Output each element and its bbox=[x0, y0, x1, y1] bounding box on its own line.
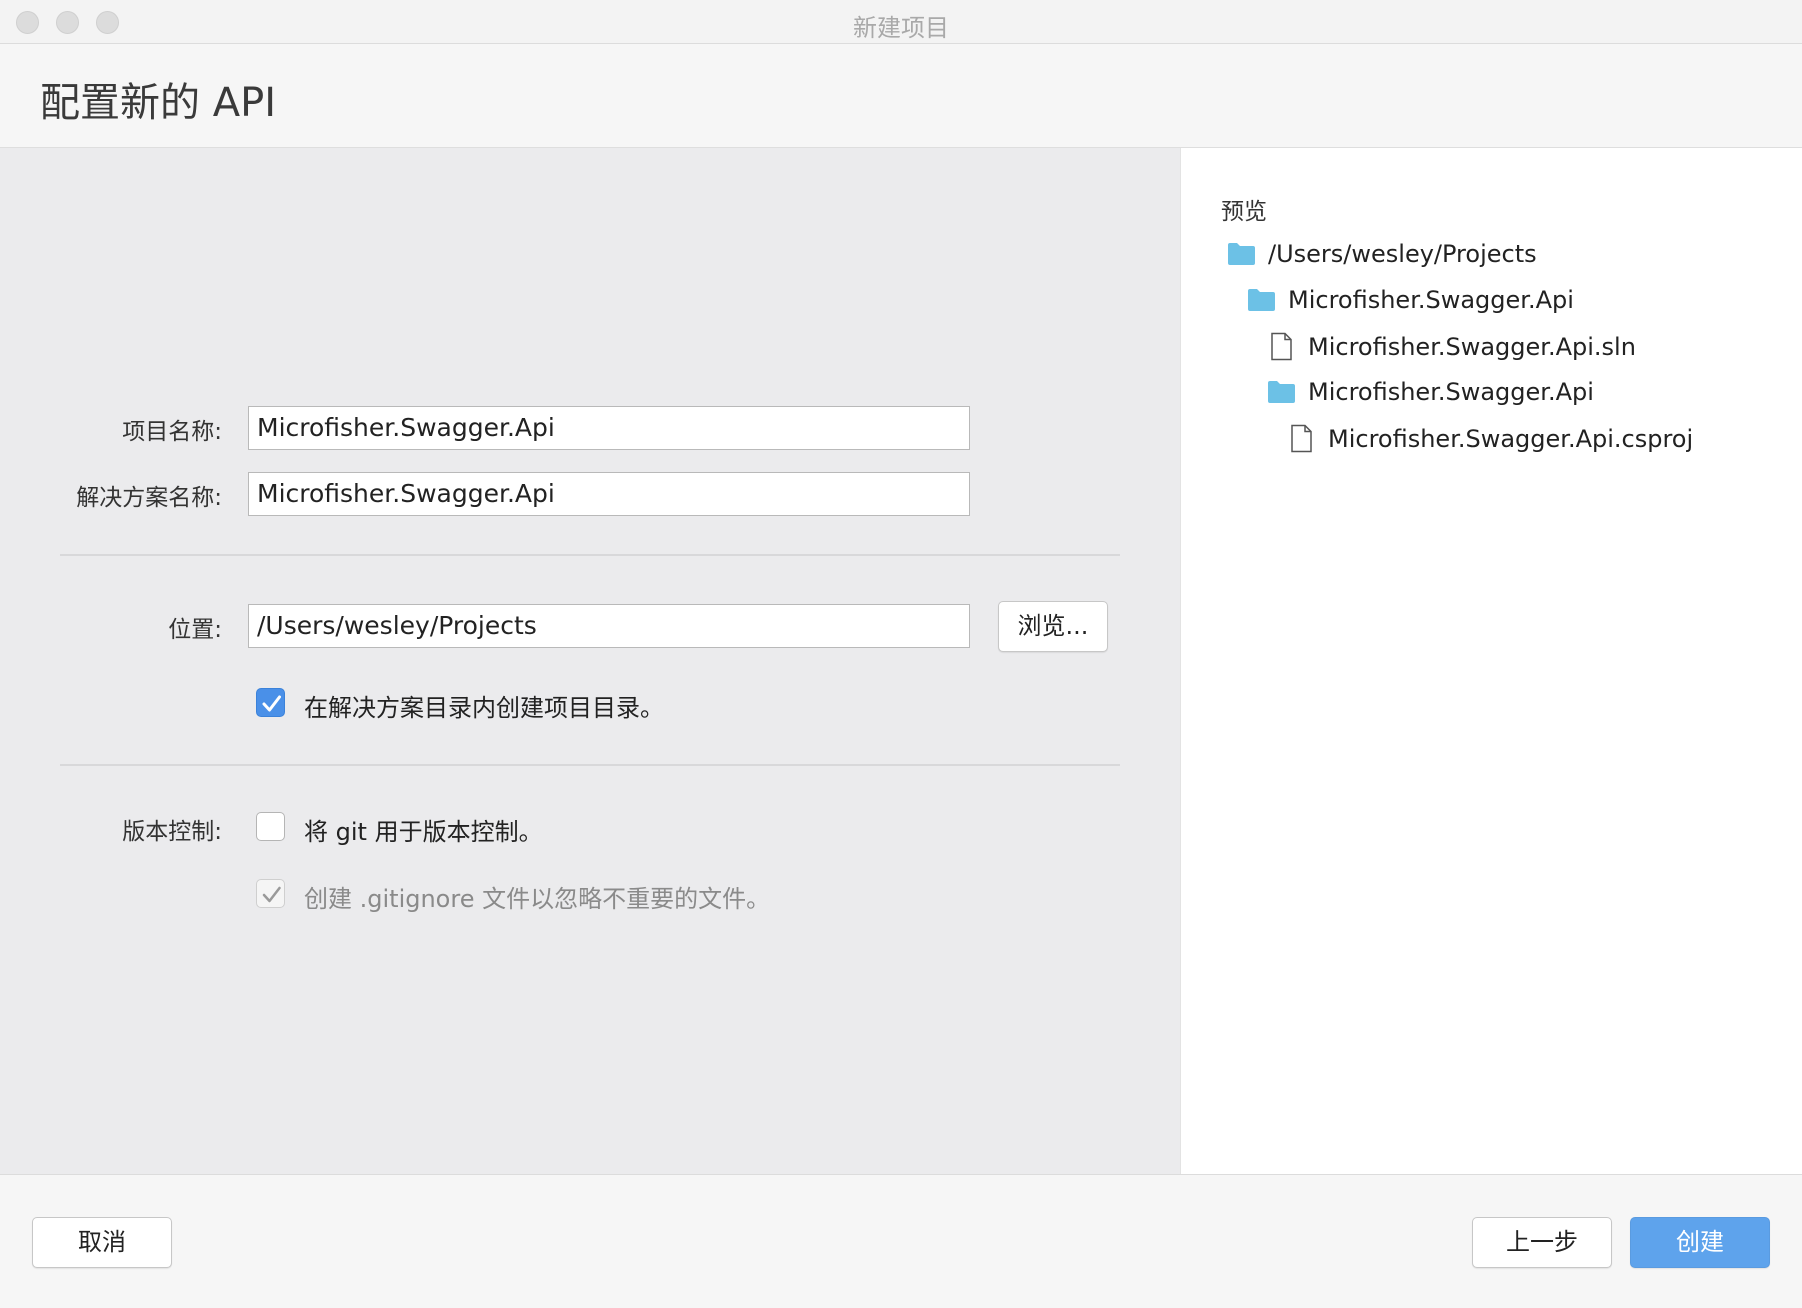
cancel-button[interactable]: 取消 bbox=[32, 1217, 172, 1268]
checkmark-icon bbox=[262, 886, 281, 903]
checkmark-icon bbox=[262, 695, 281, 712]
use-git-label: 将 git 用于版本控制。 bbox=[304, 818, 543, 846]
window-title: 新建项目 bbox=[853, 14, 949, 42]
configuration-form: 项目名称: Microfisher.Swagger.Api 解决方案名称: Mi… bbox=[0, 148, 1180, 1174]
gitignore-checkbox[interactable] bbox=[256, 879, 285, 908]
tree-item-label: Microfisher.Swagger.Api bbox=[1288, 286, 1574, 314]
location-field[interactable]: /Users/wesley/Projects bbox=[248, 604, 970, 648]
file-icon bbox=[1271, 332, 1292, 361]
footer-bar: 取消 上一步 创建 bbox=[0, 1174, 1802, 1308]
use-git-checkbox[interactable] bbox=[256, 812, 285, 841]
create-button[interactable]: 创建 bbox=[1630, 1217, 1770, 1268]
preview-panel: 预览 /Users/wesley/Projects Microfisher.Sw… bbox=[1180, 148, 1802, 1174]
tree-item-label: /Users/wesley/Projects bbox=[1268, 240, 1537, 268]
solution-name-field[interactable]: Microfisher.Swagger.Api bbox=[248, 472, 970, 516]
title-bar: 新建项目 bbox=[0, 0, 1802, 44]
tree-item: Microfisher.Swagger.Api.sln bbox=[1267, 332, 1636, 361]
tree-item: Microfisher.Swagger.Api.csproj bbox=[1287, 424, 1693, 453]
back-button[interactable]: 上一步 bbox=[1472, 1217, 1612, 1268]
tree-item: /Users/wesley/Projects bbox=[1227, 240, 1537, 268]
gitignore-label: 创建 .gitignore 文件以忽略不重要的文件。 bbox=[304, 885, 771, 913]
browse-button[interactable]: 浏览... bbox=[998, 601, 1108, 652]
create-dir-label: 在解决方案目录内创建项目目录。 bbox=[304, 694, 664, 722]
solution-name-label: 解决方案名称: bbox=[76, 485, 222, 511]
folder-icon bbox=[1228, 243, 1255, 265]
folder-icon bbox=[1248, 289, 1275, 311]
project-name-label: 项目名称: bbox=[122, 419, 222, 445]
file-icon bbox=[1291, 424, 1312, 453]
page-title: 配置新的 API bbox=[40, 80, 276, 126]
tree-item-label: Microfisher.Swagger.Api bbox=[1308, 378, 1594, 406]
page-header: 配置新的 API bbox=[0, 44, 1802, 148]
tree-item-label: Microfisher.Swagger.Api.sln bbox=[1308, 332, 1636, 361]
location-label: 位置: bbox=[168, 617, 222, 643]
tree-item: Microfisher.Swagger.Api bbox=[1267, 378, 1594, 406]
folder-icon bbox=[1268, 381, 1295, 403]
preview-title: 预览 bbox=[1221, 199, 1267, 225]
tree-item: Microfisher.Swagger.Api bbox=[1247, 286, 1574, 314]
section-divider bbox=[60, 764, 1120, 766]
project-name-field[interactable]: Microfisher.Swagger.Api bbox=[248, 406, 970, 450]
section-divider bbox=[60, 554, 1120, 556]
create-dir-checkbox[interactable] bbox=[256, 688, 285, 717]
tree-item-label: Microfisher.Swagger.Api.csproj bbox=[1328, 424, 1694, 453]
vcs-label: 版本控制: bbox=[122, 819, 222, 845]
